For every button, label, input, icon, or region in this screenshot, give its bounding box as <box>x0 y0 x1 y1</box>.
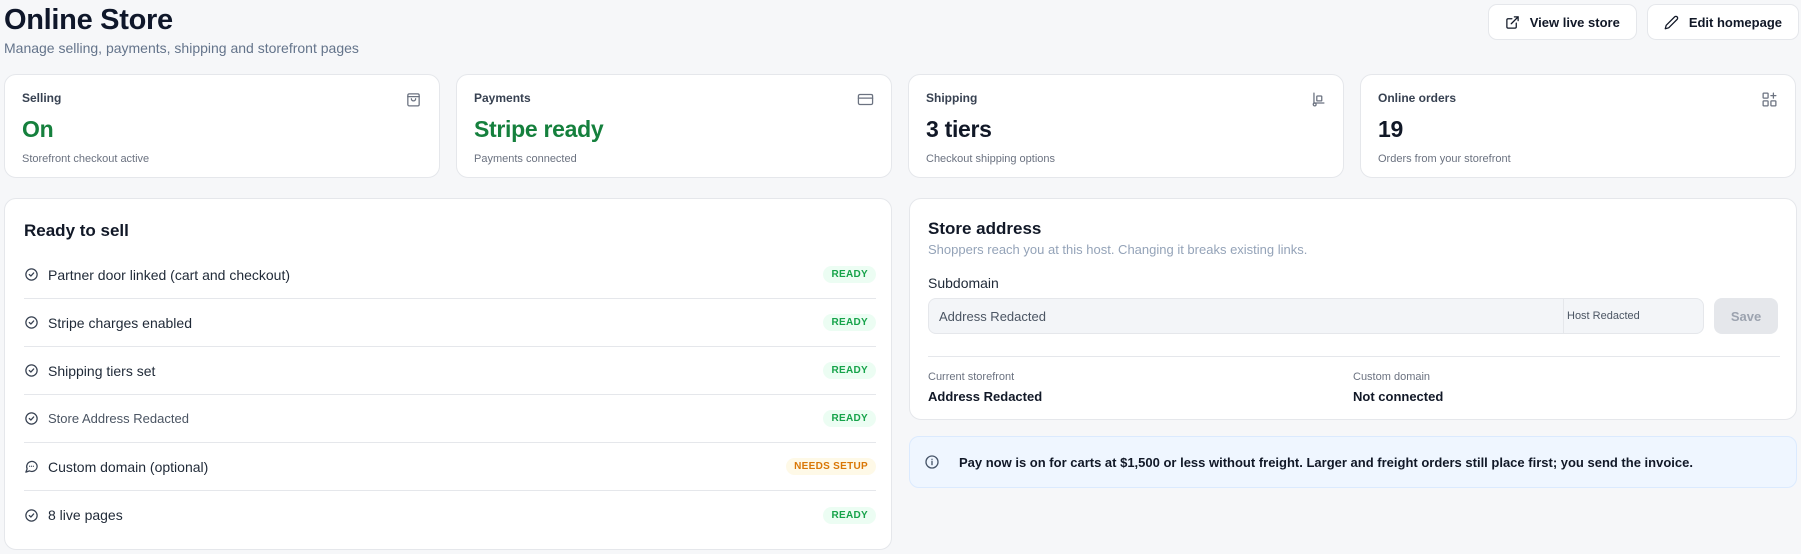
check-circle-icon <box>25 316 38 329</box>
checklist-item: Partner door linked (cart and checkout) … <box>24 251 876 299</box>
stat-sub: Orders from your storefront <box>1378 153 1511 165</box>
credit-card-icon <box>857 93 874 106</box>
check-circle-icon <box>25 508 38 522</box>
external-link-icon <box>1505 15 1519 29</box>
ready-to-sell-title: Ready to sell <box>24 221 129 240</box>
view-live-store-label: View live store <box>1529 14 1620 30</box>
stat-card-shipping: Shipping 3 tiers Checkout shipping optio… <box>908 74 1344 178</box>
current-storefront: Current storefront Address Redacted <box>928 371 1353 404</box>
status-badge: NEEDS SETUP <box>786 458 876 475</box>
pencil-icon <box>1664 15 1679 29</box>
current-storefront-label: Current storefront <box>928 371 1015 383</box>
page-subtitle: Manage selling, payments, shipping and s… <box>4 40 359 56</box>
save-button[interactable]: Save <box>1714 298 1778 334</box>
shopping-bag-icon <box>407 93 420 107</box>
current-storefront-value: Address Redacted <box>928 389 1043 404</box>
grid-plus-icon <box>1762 92 1777 107</box>
checklist-item: Shipping tiers set READY <box>24 347 876 395</box>
info-banner-text: Pay now is on for carts at $1,500 or les… <box>959 454 1693 470</box>
stat-value: 19 <box>1378 116 1403 142</box>
host-suffix: Host Redacted <box>1563 299 1703 333</box>
address-meta: Current storefront Address Redacted Cust… <box>928 371 1778 404</box>
header-actions: View live store Edit homepage <box>1487 4 1799 40</box>
status-badge: READY <box>823 506 876 524</box>
check-circle-icon <box>25 412 38 425</box>
stat-label: Online orders <box>1378 91 1457 105</box>
checklist-item: Custom domain (optional) NEEDS SETUP <box>24 443 876 491</box>
stat-label: Shipping <box>926 91 978 105</box>
custom-domain-value: Not connected <box>1353 389 1444 404</box>
status-badge: READY <box>823 410 876 427</box>
checklist-item-label: 8 live pages <box>48 507 123 523</box>
custom-domain-label: Custom domain <box>1353 371 1431 383</box>
status-badge: READY <box>823 314 876 331</box>
stat-sub: Payments connected <box>474 153 577 165</box>
store-address-description: Shoppers reach you at this host. Changin… <box>928 242 1308 257</box>
divider <box>928 356 1780 357</box>
checklist-item-label: Shipping tiers set <box>48 362 156 379</box>
store-address-card: Store address Shoppers reach you at this… <box>909 198 1797 420</box>
subdomain-label: Subdomain <box>928 275 999 291</box>
stat-label: Selling <box>22 91 62 105</box>
checklist-item-label: Stripe charges enabled <box>48 314 192 331</box>
status-badge: READY <box>823 362 876 379</box>
stat-card-payments: Payments Stripe ready Payments connected <box>456 74 892 178</box>
stat-card-online-orders: Online orders 19 Orders from your storef… <box>1360 74 1796 178</box>
check-circle-icon <box>25 268 38 281</box>
checklist-item-label: Partner door linked (cart and checkout) <box>48 266 291 283</box>
checklist-item: 8 live pages READY <box>24 491 876 539</box>
message-circle-icon <box>25 460 38 473</box>
status-badge: READY <box>823 266 876 283</box>
checklist-item: Stripe charges enabled READY <box>24 299 876 347</box>
info-banner: Pay now is on for carts at $1,500 or les… <box>909 436 1797 488</box>
stat-value: On <box>22 116 54 142</box>
check-circle-icon <box>25 364 38 377</box>
checklist: Partner door linked (cart and checkout) … <box>24 251 876 539</box>
edit-homepage-label: Edit homepage <box>1688 14 1782 30</box>
hand-truck-icon <box>1312 92 1325 107</box>
subdomain-input[interactable] <box>929 299 1563 333</box>
stat-value: Stripe ready <box>474 116 604 142</box>
view-live-store-button[interactable]: View live store <box>1487 4 1637 40</box>
custom-domain: Custom domain Not connected <box>1353 371 1778 404</box>
info-circle-icon <box>925 455 939 469</box>
store-address-title: Store address <box>928 219 1042 238</box>
stat-card-selling: Selling On Storefront checkout active <box>4 74 440 178</box>
subdomain-row: Host Redacted Save <box>928 298 1778 334</box>
checklist-item-label: Custom domain (optional) <box>48 458 209 475</box>
stat-sub: Storefront checkout active <box>22 153 150 165</box>
ready-to-sell-card: Ready to sell Partner door linked (cart … <box>4 198 892 550</box>
checklist-item: Store Address Redacted READY <box>24 395 876 443</box>
stat-sub: Checkout shipping options <box>926 153 1056 165</box>
stat-value: 3 tiers <box>926 116 992 142</box>
edit-homepage-button[interactable]: Edit homepage <box>1646 4 1799 40</box>
checklist-item-label: Store Address Redacted <box>48 411 189 426</box>
subdomain-input-group: Host Redacted <box>928 298 1704 334</box>
stat-label: Payments <box>474 91 531 105</box>
page-header: Online Store Manage selling, payments, s… <box>4 2 1801 62</box>
